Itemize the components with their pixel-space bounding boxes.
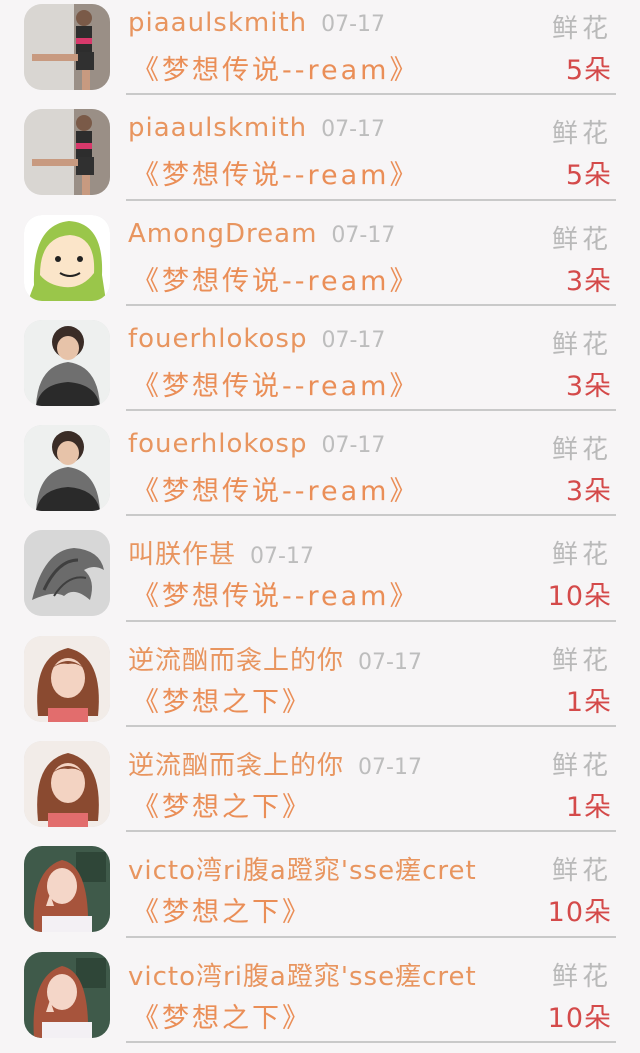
work-title[interactable]: 《梦想之下》 bbox=[132, 785, 312, 824]
row-divider bbox=[126, 725, 616, 728]
user-avatar[interactable] bbox=[24, 109, 110, 196]
gift-date: 07-17 bbox=[358, 649, 422, 675]
gift-row[interactable]: victo湾ri腹a蹬窕'sse瘥cret07-17 《梦想之下》 鲜花 10朵 bbox=[0, 948, 640, 1053]
work-title[interactable]: 《梦想传说--ream》 bbox=[132, 48, 419, 87]
flower-label: 鲜花 bbox=[551, 14, 612, 44]
flower-count: 3朵 bbox=[565, 265, 612, 297]
user-avatar[interactable] bbox=[24, 4, 110, 90]
user-name[interactable]: 逆流酗而衾上的你 bbox=[128, 646, 344, 676]
row-divider bbox=[126, 1040, 616, 1043]
row-divider bbox=[126, 830, 616, 833]
user-name[interactable]: piaaulskmith bbox=[128, 8, 307, 38]
gift-row[interactable]: 逆流酗而衾上的你 07-17 《梦想之下》 鲜花 1朵 bbox=[0, 737, 640, 842]
row-divider bbox=[126, 514, 616, 517]
work-title[interactable]: 《梦想传说--ream》 bbox=[132, 574, 419, 613]
gift-date: 07-17 bbox=[331, 222, 396, 248]
flower-label: 鲜花 bbox=[551, 751, 612, 782]
flower-count: 3朵 bbox=[565, 370, 612, 402]
work-title[interactable]: 《梦想之下》 bbox=[132, 890, 312, 929]
user-avatar[interactable] bbox=[24, 951, 110, 1038]
gift-row[interactable]: fouerhlokosp 07-17 《梦想传说--ream》 鲜花 3朵 bbox=[0, 316, 640, 421]
gift-date: 07-17 bbox=[250, 544, 314, 570]
gift-date: 07-17 bbox=[321, 117, 386, 143]
flower-count: 10朵 bbox=[547, 897, 612, 929]
gift-row[interactable]: piaaulskmith 07-17 《梦想传说--ream》 鲜花 5朵 bbox=[0, 0, 640, 105]
row-divider bbox=[126, 303, 616, 306]
user-name[interactable]: AmongDream bbox=[128, 219, 317, 249]
flower-count: 3朵 bbox=[565, 476, 612, 508]
gift-row[interactable]: 叫朕作甚 07-17 《梦想传说--ream》 鲜花 10朵 bbox=[0, 526, 640, 631]
work-title[interactable]: 《梦想传说--ream》 bbox=[132, 364, 419, 403]
row-divider bbox=[126, 409, 616, 412]
flower-label: 鲜花 bbox=[551, 224, 612, 255]
gift-date: 07-17 bbox=[321, 433, 386, 459]
flower-label: 鲜花 bbox=[551, 435, 612, 466]
user-name[interactable]: 逆流酗而衾上的你 bbox=[128, 751, 344, 781]
user-name[interactable]: fouerhlokosp bbox=[128, 324, 307, 354]
gift-list: piaaulskmith 07-17 《梦想传说--ream》 鲜花 5朵 pia… bbox=[0, 0, 640, 1053]
user-name[interactable]: piaaulskmith bbox=[128, 113, 307, 143]
flower-count: 1朵 bbox=[565, 686, 612, 718]
flower-count: 10朵 bbox=[547, 581, 612, 613]
gift-row[interactable]: piaaulskmith 07-17 《梦想传说--ream》 鲜花 5朵 bbox=[0, 105, 640, 210]
user-avatar[interactable] bbox=[24, 214, 110, 301]
flower-label: 鲜花 bbox=[551, 329, 612, 360]
flower-count: 5朵 bbox=[565, 55, 612, 86]
flower-count: 10朵 bbox=[547, 1002, 612, 1034]
gift-row[interactable]: 逆流酗而衾上的你 07-17 《梦想之下》 鲜花 1朵 bbox=[0, 632, 640, 737]
row-divider bbox=[126, 935, 616, 938]
user-avatar[interactable] bbox=[24, 425, 110, 512]
row-divider bbox=[126, 198, 616, 201]
flower-label: 鲜花 bbox=[551, 119, 612, 150]
flower-label: 鲜花 bbox=[551, 856, 612, 887]
gift-row[interactable]: victo湾ri腹a蹬窕'sse瘥cret07-17 《梦想之下》 鲜花 10朵 bbox=[0, 842, 640, 947]
flower-count: 1朵 bbox=[565, 792, 612, 824]
row-divider bbox=[126, 93, 616, 96]
flower-label: 鲜花 bbox=[551, 961, 612, 992]
gift-row[interactable]: AmongDream 07-17 《梦想传说--ream》 鲜花 3朵 bbox=[0, 211, 640, 316]
gift-date: 07-17 bbox=[321, 12, 386, 37]
user-avatar[interactable] bbox=[24, 319, 110, 406]
user-avatar[interactable] bbox=[24, 635, 110, 722]
work-title[interactable]: 《梦想传说--ream》 bbox=[132, 259, 419, 298]
user-name[interactable]: victo湾ri腹a蹬窕'sse瘥cret bbox=[128, 962, 477, 992]
work-title[interactable]: 《梦想之下》 bbox=[132, 996, 312, 1035]
flower-label: 鲜花 bbox=[551, 645, 612, 676]
row-divider bbox=[126, 619, 616, 622]
gift-date: 07-17 bbox=[321, 327, 386, 353]
work-title[interactable]: 《梦想之下》 bbox=[132, 680, 312, 719]
flower-label: 鲜花 bbox=[551, 540, 612, 571]
user-avatar[interactable] bbox=[24, 846, 110, 933]
gift-row[interactable]: fouerhlokosp 07-17 《梦想传说--ream》 鲜花 3朵 bbox=[0, 421, 640, 526]
user-name[interactable]: victo湾ri腹a蹬窕'sse瘥cret bbox=[128, 856, 477, 886]
user-name[interactable]: fouerhlokosp bbox=[128, 429, 307, 459]
flower-count: 5朵 bbox=[565, 160, 612, 192]
user-name[interactable]: 叫朕作甚 bbox=[128, 540, 236, 570]
user-avatar[interactable] bbox=[24, 741, 110, 828]
gift-date: 07-17 bbox=[358, 755, 422, 781]
work-title[interactable]: 《梦想传说--ream》 bbox=[132, 153, 419, 192]
work-title[interactable]: 《梦想传说--ream》 bbox=[132, 469, 419, 508]
user-avatar[interactable] bbox=[24, 530, 110, 617]
